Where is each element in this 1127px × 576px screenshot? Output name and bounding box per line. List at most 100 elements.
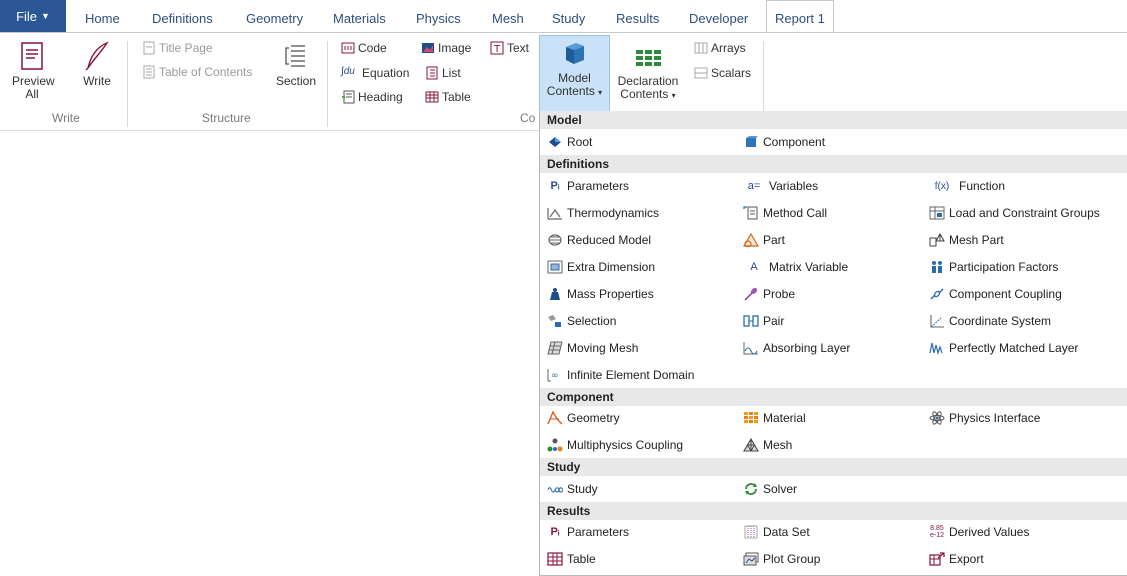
menu-header-model: Model xyxy=(540,111,1127,129)
menu-item-label: Data Set xyxy=(763,525,810,539)
menu-item-geometry[interactable]: Geometry xyxy=(547,408,620,428)
menu-item-results-table[interactable]: Table xyxy=(547,549,596,569)
menu-item-label: Load and Constraint Groups xyxy=(949,206,1100,220)
group-label-content: Co xyxy=(520,111,536,125)
tab-file[interactable]: File ▼ xyxy=(0,0,66,32)
scalars-button[interactable]: Scalars xyxy=(694,64,751,82)
menu-item-derived-values[interactable]: 8.85 e-12 Derived Values xyxy=(929,522,1030,542)
menu-item-reduced-model[interactable]: Reduced Model xyxy=(547,230,651,250)
menu-item-method-call[interactable]: Method Call xyxy=(743,203,827,223)
variables-icon: a= xyxy=(747,180,761,192)
tab-definitions[interactable]: Definitions xyxy=(152,0,213,32)
menu-header-results: Results xyxy=(540,502,1127,520)
menu-item-root[interactable]: Root xyxy=(547,132,592,152)
probe-icon xyxy=(743,286,759,302)
group-divider xyxy=(127,41,128,127)
menu-item-thermodynamics[interactable]: Thermodynamics xyxy=(547,203,659,223)
tab-mesh[interactable]: Mesh xyxy=(492,0,524,32)
menu-item-label: Perfectly Matched Layer xyxy=(949,341,1079,355)
tab-materials[interactable]: Materials xyxy=(333,0,386,32)
menu-item-function[interactable]: f(x) Function xyxy=(929,176,1005,196)
menu-item-probe[interactable]: Probe xyxy=(743,284,795,304)
equation-button[interactable]: ∫du Equation xyxy=(341,64,409,82)
chevron-down-icon: ▾ xyxy=(598,88,603,97)
menu-item-label: Geometry xyxy=(567,411,620,425)
menu-item-moving-mesh[interactable]: Moving Mesh xyxy=(547,338,638,358)
menu-item-component[interactable]: Component xyxy=(743,132,825,152)
menu-item-variables[interactable]: a= Variables xyxy=(743,176,818,196)
menu-item-data-set[interactable]: Data Set xyxy=(743,522,810,542)
list-button[interactable]: List xyxy=(425,64,461,82)
menu-item-physics-interface[interactable]: Physics Interface xyxy=(929,408,1040,428)
tab-physics[interactable]: Physics xyxy=(416,0,461,32)
pml-icon xyxy=(929,340,945,356)
table-of-contents-button[interactable]: Table of Contents xyxy=(142,63,252,81)
menu-item-coordinate-system[interactable]: Coordinate System xyxy=(929,311,1051,331)
menu-item-multiphysics-coupling[interactable]: Multiphysics Coupling xyxy=(547,435,683,455)
text-button[interactable]: T Text xyxy=(490,39,529,57)
menu-item-mesh-part[interactable]: Mesh Part xyxy=(929,230,1004,250)
section-button[interactable]: Section xyxy=(272,43,320,88)
menu-item-mass-properties[interactable]: Mass Properties xyxy=(547,284,654,304)
table-icon xyxy=(547,551,563,567)
tab-home[interactable]: Home xyxy=(85,0,120,32)
menu-item-extra-dimension[interactable]: Extra Dimension xyxy=(547,257,655,277)
code-icon xyxy=(341,42,355,54)
model-contents-button[interactable]: Model Contents ▾ xyxy=(539,35,610,112)
mass-properties-icon xyxy=(547,286,563,302)
menu-item-solver[interactable]: Solver xyxy=(743,479,797,499)
menu-item-export[interactable]: Export xyxy=(929,549,984,569)
menu-item-absorbing-layer[interactable]: Absorbing Layer xyxy=(743,338,850,358)
menu-item-label: Derived Values xyxy=(949,525,1030,539)
tab-results[interactable]: Results xyxy=(616,0,659,32)
menu-item-parameters[interactable]: Pᵢ Parameters xyxy=(547,176,629,196)
root-icon xyxy=(547,134,563,150)
table-button[interactable]: Table xyxy=(425,88,471,106)
menu-item-matrix-variable[interactable]: A Matrix Variable xyxy=(743,257,848,277)
menu-item-selection[interactable]: Selection xyxy=(547,311,616,331)
menu-item-perfectly-matched-layer[interactable]: Perfectly Matched Layer xyxy=(929,338,1078,358)
heading-label: Heading xyxy=(358,90,403,104)
menu-item-load-constraint-groups[interactable]: Load and Constraint Groups xyxy=(929,203,1100,223)
multiphysics-icon xyxy=(547,437,563,453)
menu-item-label: Study xyxy=(567,482,598,496)
heading-button[interactable]: Heading xyxy=(341,88,403,106)
menu-item-material[interactable]: Material xyxy=(743,408,806,428)
menu-item-label: Mesh xyxy=(763,438,793,452)
preview-all-button[interactable]: Preview All xyxy=(12,41,55,101)
menu-item-label: Part xyxy=(763,233,786,247)
menu-item-study[interactable]: Study xyxy=(547,479,598,499)
menu-item-infinite-element-domain[interactable]: ∞ Infinite Element Domain xyxy=(547,365,694,385)
pair-icon xyxy=(743,313,759,329)
image-button[interactable]: Image xyxy=(421,39,471,57)
title-page-button[interactable]: Title Page xyxy=(142,39,213,57)
menu-item-label: Variables xyxy=(769,179,819,193)
menu-item-mesh[interactable]: Mesh xyxy=(743,435,792,455)
tab-geometry[interactable]: Geometry xyxy=(246,0,303,32)
quill-pen-icon xyxy=(85,41,109,71)
menu-item-pair[interactable]: Pair xyxy=(743,311,784,331)
code-button[interactable]: Code xyxy=(341,39,387,57)
menu-header-study: Study xyxy=(540,458,1127,476)
menu-item-results-parameters[interactable]: Pᵢ Parameters xyxy=(547,522,629,542)
write-button[interactable]: Write xyxy=(80,41,114,88)
arrays-button[interactable]: Arrays xyxy=(694,39,746,57)
solver-icon xyxy=(743,481,759,497)
tab-report[interactable]: Report 1 xyxy=(766,0,834,33)
document-preview-icon xyxy=(21,42,43,70)
menu-item-plot-group[interactable]: Plot Group xyxy=(743,549,820,569)
group-label-structure: Structure xyxy=(202,111,251,125)
heading-icon xyxy=(342,90,355,104)
declaration-contents-button[interactable]: Declaration Contents ▾ xyxy=(613,45,683,102)
method-call-icon xyxy=(743,205,759,221)
menu-item-label: Solver xyxy=(763,482,798,496)
moving-mesh-icon xyxy=(547,340,563,356)
tab-developer[interactable]: Developer xyxy=(689,0,748,32)
menu-item-component-coupling[interactable]: Component Coupling xyxy=(929,284,1062,304)
geometry-icon xyxy=(547,410,563,426)
study-icon xyxy=(547,481,563,497)
tab-study[interactable]: Study xyxy=(552,0,585,32)
list-icon xyxy=(426,66,438,80)
menu-item-participation-factors[interactable]: Participation Factors xyxy=(929,257,1058,277)
menu-item-part[interactable]: Part xyxy=(743,230,785,250)
